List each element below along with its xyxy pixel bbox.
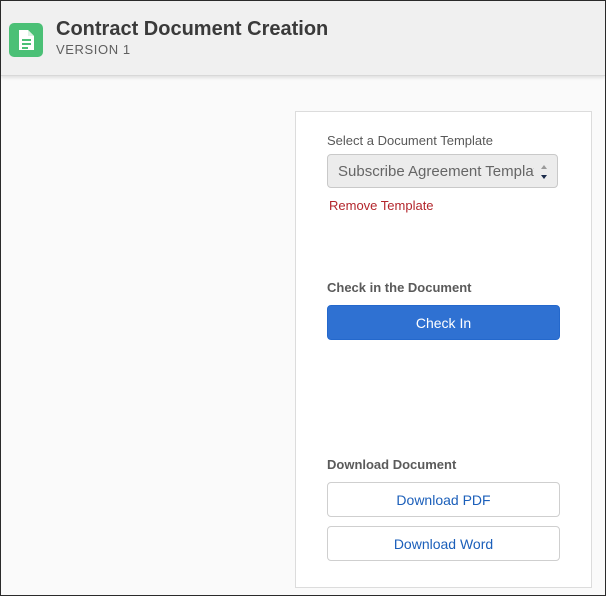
template-select-label: Select a Document Template — [327, 133, 493, 148]
select-arrows-icon — [539, 162, 549, 182]
download-word-button[interactable]: Download Word — [327, 526, 560, 561]
template-select[interactable]: Subscribe Agreement Template — [327, 154, 558, 188]
download-pdf-button[interactable]: Download PDF — [327, 482, 560, 517]
checkin-label: Check in the Document — [327, 280, 472, 295]
page-subtitle: VERSION 1 — [56, 42, 131, 57]
app-window: Contract Document Creation VERSION 1 Sel… — [0, 0, 606, 596]
page-header: Contract Document Creation VERSION 1 — [1, 1, 605, 76]
check-in-button[interactable]: Check In — [327, 305, 560, 340]
remove-template-link[interactable]: Remove Template — [329, 198, 434, 213]
download-label: Download Document — [327, 457, 457, 472]
document-panel: Select a Document Template Subscribe Agr… — [295, 111, 592, 588]
download-pdf-label: Download PDF — [396, 491, 491, 508]
document-icon — [9, 23, 43, 57]
check-in-button-label: Check In — [415, 314, 472, 331]
template-select-value: Subscribe Agreement Template — [338, 163, 534, 180]
page-title: Contract Document Creation — [56, 18, 329, 40]
download-word-label: Download Word — [393, 535, 494, 552]
